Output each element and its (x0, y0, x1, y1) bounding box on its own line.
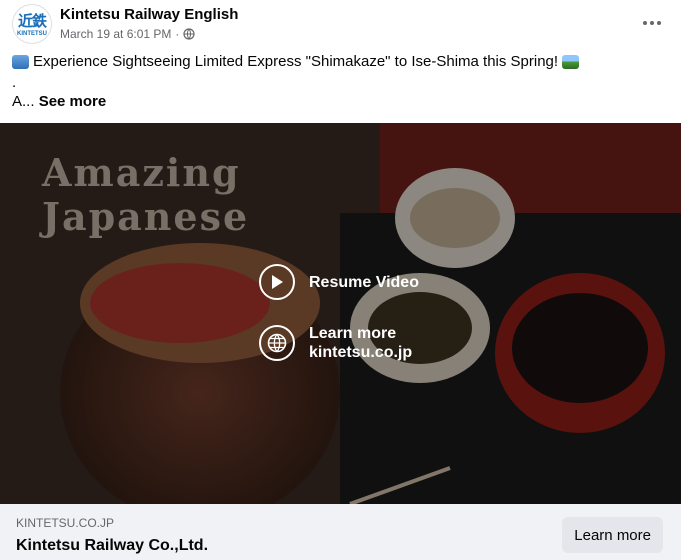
meta-separator: · (175, 27, 180, 41)
globe-button-circle (259, 325, 295, 361)
post-text-line-3: A... See more (12, 93, 106, 110)
facebook-post: 近鉄 KINTETSU Kintetsu Railway English Mar… (0, 0, 681, 560)
more-horizontal-icon (643, 21, 647, 25)
more-dot (657, 21, 661, 25)
post-header: 近鉄 KINTETSU Kintetsu Railway English Mar… (0, 0, 681, 48)
page-name-link[interactable]: Kintetsu Railway English (60, 6, 238, 23)
learn-more-button[interactable]: Learn more (562, 517, 663, 553)
train-emoji-icon (12, 54, 29, 69)
resume-video-label: Resume Video (309, 273, 419, 291)
play-icon (272, 275, 283, 289)
page-avatar[interactable]: 近鉄 KINTETSU (12, 4, 52, 44)
video-player[interactable]: Amazing Japanese Resume Video Learn more… (0, 123, 681, 504)
post-text-headline: Experience Sightseeing Limited Express "… (33, 53, 559, 70)
post-meta: March 19 at 6:01 PM · (60, 27, 195, 41)
link-preview-footer[interactable]: KINTETSU.CO.JP Kintetsu Railway Co.,Ltd.… (0, 504, 681, 560)
post-text-truncated: A... (12, 93, 35, 110)
resume-video-button[interactable]: Resume Video (259, 264, 419, 300)
avatar-logo-kanji: 近鉄 (17, 12, 47, 30)
play-button-circle (259, 264, 295, 300)
avatar-logo-text: KINTETSU (17, 31, 47, 37)
link-domain: KINTETSU.CO.JP (16, 516, 115, 530)
learn-more-overlay-domain: kintetsu.co.jp (309, 344, 413, 361)
landscape-emoji-icon (562, 54, 580, 69)
link-title: Kintetsu Railway Co.,Ltd. (16, 537, 209, 554)
more-dot (650, 21, 654, 25)
post-text-line-2: . (12, 74, 17, 91)
post-timestamp[interactable]: March 19 at 6:01 PM (60, 27, 171, 41)
learn-more-overlay-button[interactable]: Learn more kintetsu.co.jp (259, 324, 412, 362)
video-title-text: Amazing Japanese (42, 151, 249, 239)
post-text-line-1: Experience Sightseeing Limited Express "… (12, 53, 580, 70)
video-title-line-2: Japanese (42, 194, 250, 239)
learn-more-overlay-label: Learn more (309, 325, 397, 342)
learn-more-overlay-text: Learn more kintetsu.co.jp (309, 324, 412, 362)
globe-icon (183, 28, 195, 40)
see-more-link[interactable]: See more (39, 93, 107, 110)
video-title-line-1: Amazing (42, 150, 241, 195)
globe-icon (267, 333, 287, 353)
more-options-button[interactable] (637, 12, 667, 34)
